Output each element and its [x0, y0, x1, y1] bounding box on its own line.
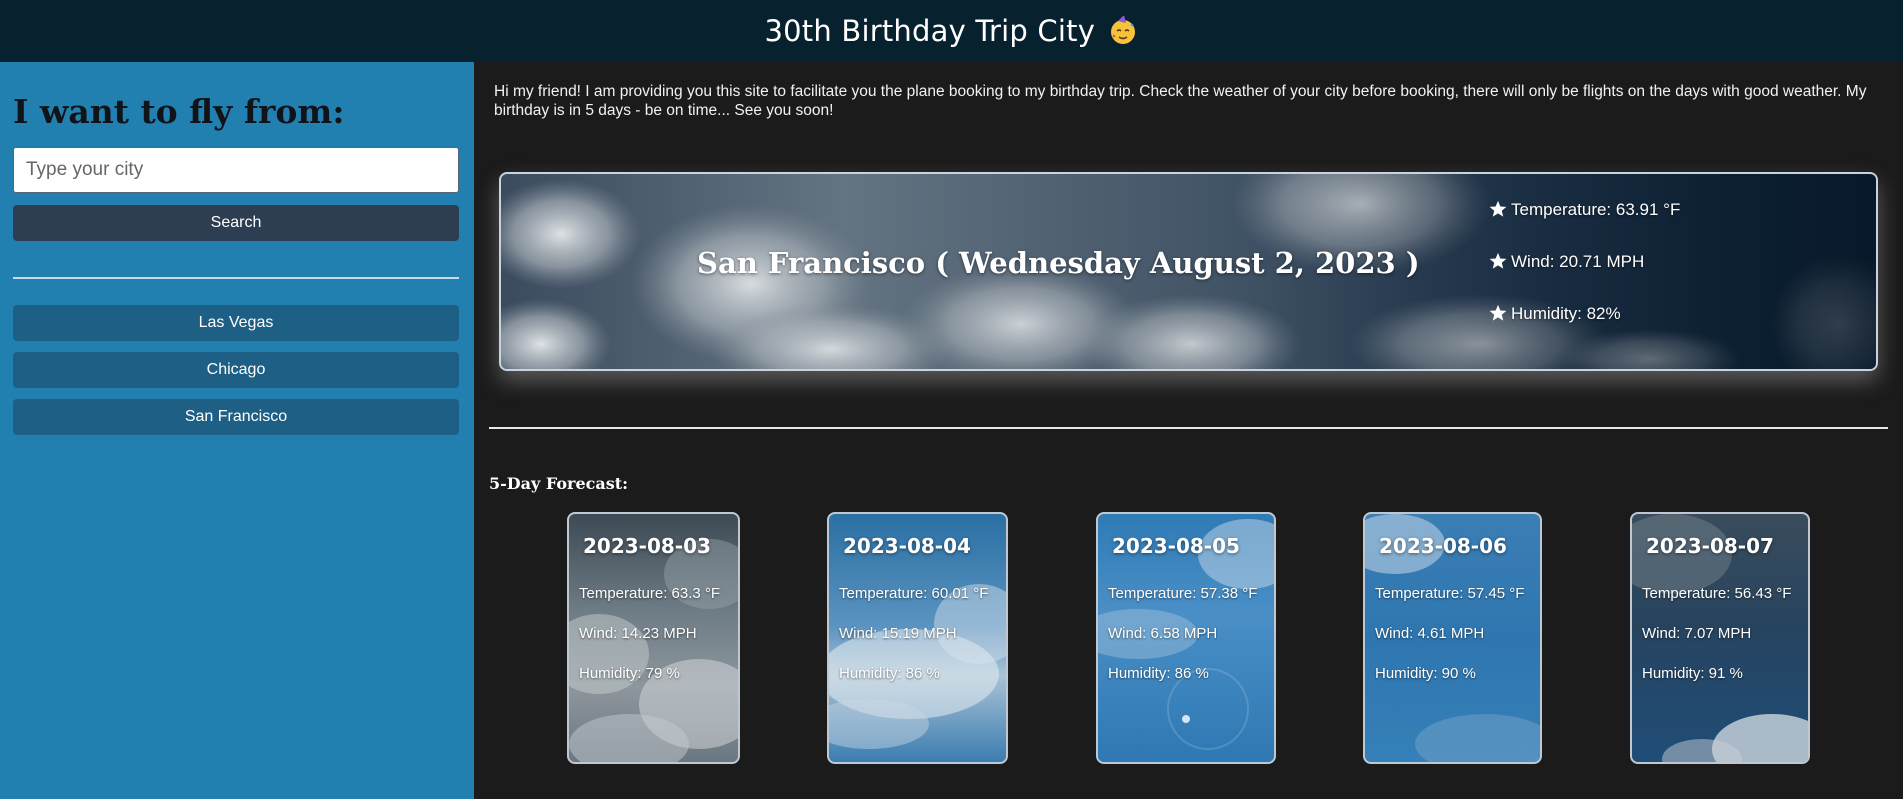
star-icon	[1489, 200, 1507, 217]
forecast-date: 2023-08-06	[1379, 534, 1507, 558]
forecast-humidity: Humidity: 90 %	[1375, 665, 1476, 682]
sidebar-divider	[13, 277, 459, 279]
forecast-temperature: Temperature: 63.3 °F	[579, 585, 721, 602]
forecast-temperature: Temperature: 57.45 °F	[1375, 585, 1525, 602]
search-button[interactable]: Search	[13, 205, 459, 241]
sidebar: I want to fly from: Search Las Vegas Chi…	[0, 62, 474, 799]
forecast-date: 2023-08-04	[843, 534, 971, 558]
page-title: 30th Birthday Trip City	[765, 14, 1139, 48]
forecast-wind: Wind: 15.19 MPH	[839, 625, 957, 642]
forecast-humidity: Humidity: 86 %	[839, 665, 940, 682]
current-humidity: Humidity: 82%	[1489, 304, 1621, 324]
current-weather-card: San Francisco ( Wednesday August 2, 2023…	[499, 172, 1878, 371]
forecast-temperature: Temperature: 57.38 °F	[1108, 585, 1258, 602]
forecast-temperature: Temperature: 56.43 °F	[1642, 585, 1792, 602]
forecast-wind: Wind: 6.58 MPH	[1108, 625, 1218, 642]
current-city-title: San Francisco ( Wednesday August 2, 2023…	[697, 246, 1420, 280]
current-temperature: Temperature: 63.91 °F	[1489, 200, 1680, 220]
history-button-las-vegas[interactable]: Las Vegas	[13, 305, 459, 341]
forecast-date: 2023-08-07	[1646, 534, 1774, 558]
forecast-card: 2023-08-06 Temperature: 57.45 °F Wind: 4…	[1363, 512, 1542, 764]
history-button-san-francisco[interactable]: San Francisco	[13, 399, 459, 435]
forecast-card: 2023-08-04 Temperature: 60.01 °F Wind: 1…	[827, 512, 1008, 764]
intro-text: Hi my friend! I am providing you this si…	[494, 83, 1867, 119]
forecast-temperature: Temperature: 60.01 °F	[839, 585, 989, 602]
forecast-card: 2023-08-05 Temperature: 57.38 °F Wind: 6…	[1096, 512, 1276, 764]
current-wind-text: Wind: 20.71 MPH	[1511, 252, 1645, 271]
forecast-humidity: Humidity: 91 %	[1642, 665, 1743, 682]
forecast-card: 2023-08-03 Temperature: 63.3 °F Wind: 14…	[567, 512, 740, 764]
star-icon	[1489, 252, 1507, 269]
history-button-chicago[interactable]: Chicago	[13, 352, 459, 388]
forecast-wind: Wind: 7.07 MPH	[1642, 625, 1752, 642]
star-icon	[1489, 304, 1507, 321]
main-divider	[489, 427, 1888, 429]
forecast-humidity: Humidity: 79 %	[579, 665, 680, 682]
forecast-date: 2023-08-05	[1112, 534, 1240, 558]
forecast-wind: Wind: 14.23 MPH	[579, 625, 697, 642]
page-title-text: 30th Birthday Trip City	[764, 14, 1096, 48]
current-wind: Wind: 20.71 MPH	[1489, 252, 1644, 272]
sidebar-heading: I want to fly from:	[13, 92, 345, 131]
forecast-date: 2023-08-03	[583, 534, 711, 558]
forecast-wind: Wind: 4.61 MPH	[1375, 625, 1485, 642]
forecast-humidity: Humidity: 86 %	[1108, 665, 1209, 682]
city-search-input[interactable]	[13, 147, 459, 193]
forecast-card: 2023-08-07 Temperature: 56.43 °F Wind: 7…	[1630, 512, 1810, 764]
current-humidity-text: Humidity: 82%	[1511, 304, 1621, 323]
partying-face-icon	[1111, 16, 1136, 44]
top-header: 30th Birthday Trip City	[0, 0, 1903, 62]
forecast-heading: 5-Day Forecast:	[489, 474, 629, 493]
current-temperature-text: Temperature: 63.91 °F	[1511, 200, 1681, 219]
